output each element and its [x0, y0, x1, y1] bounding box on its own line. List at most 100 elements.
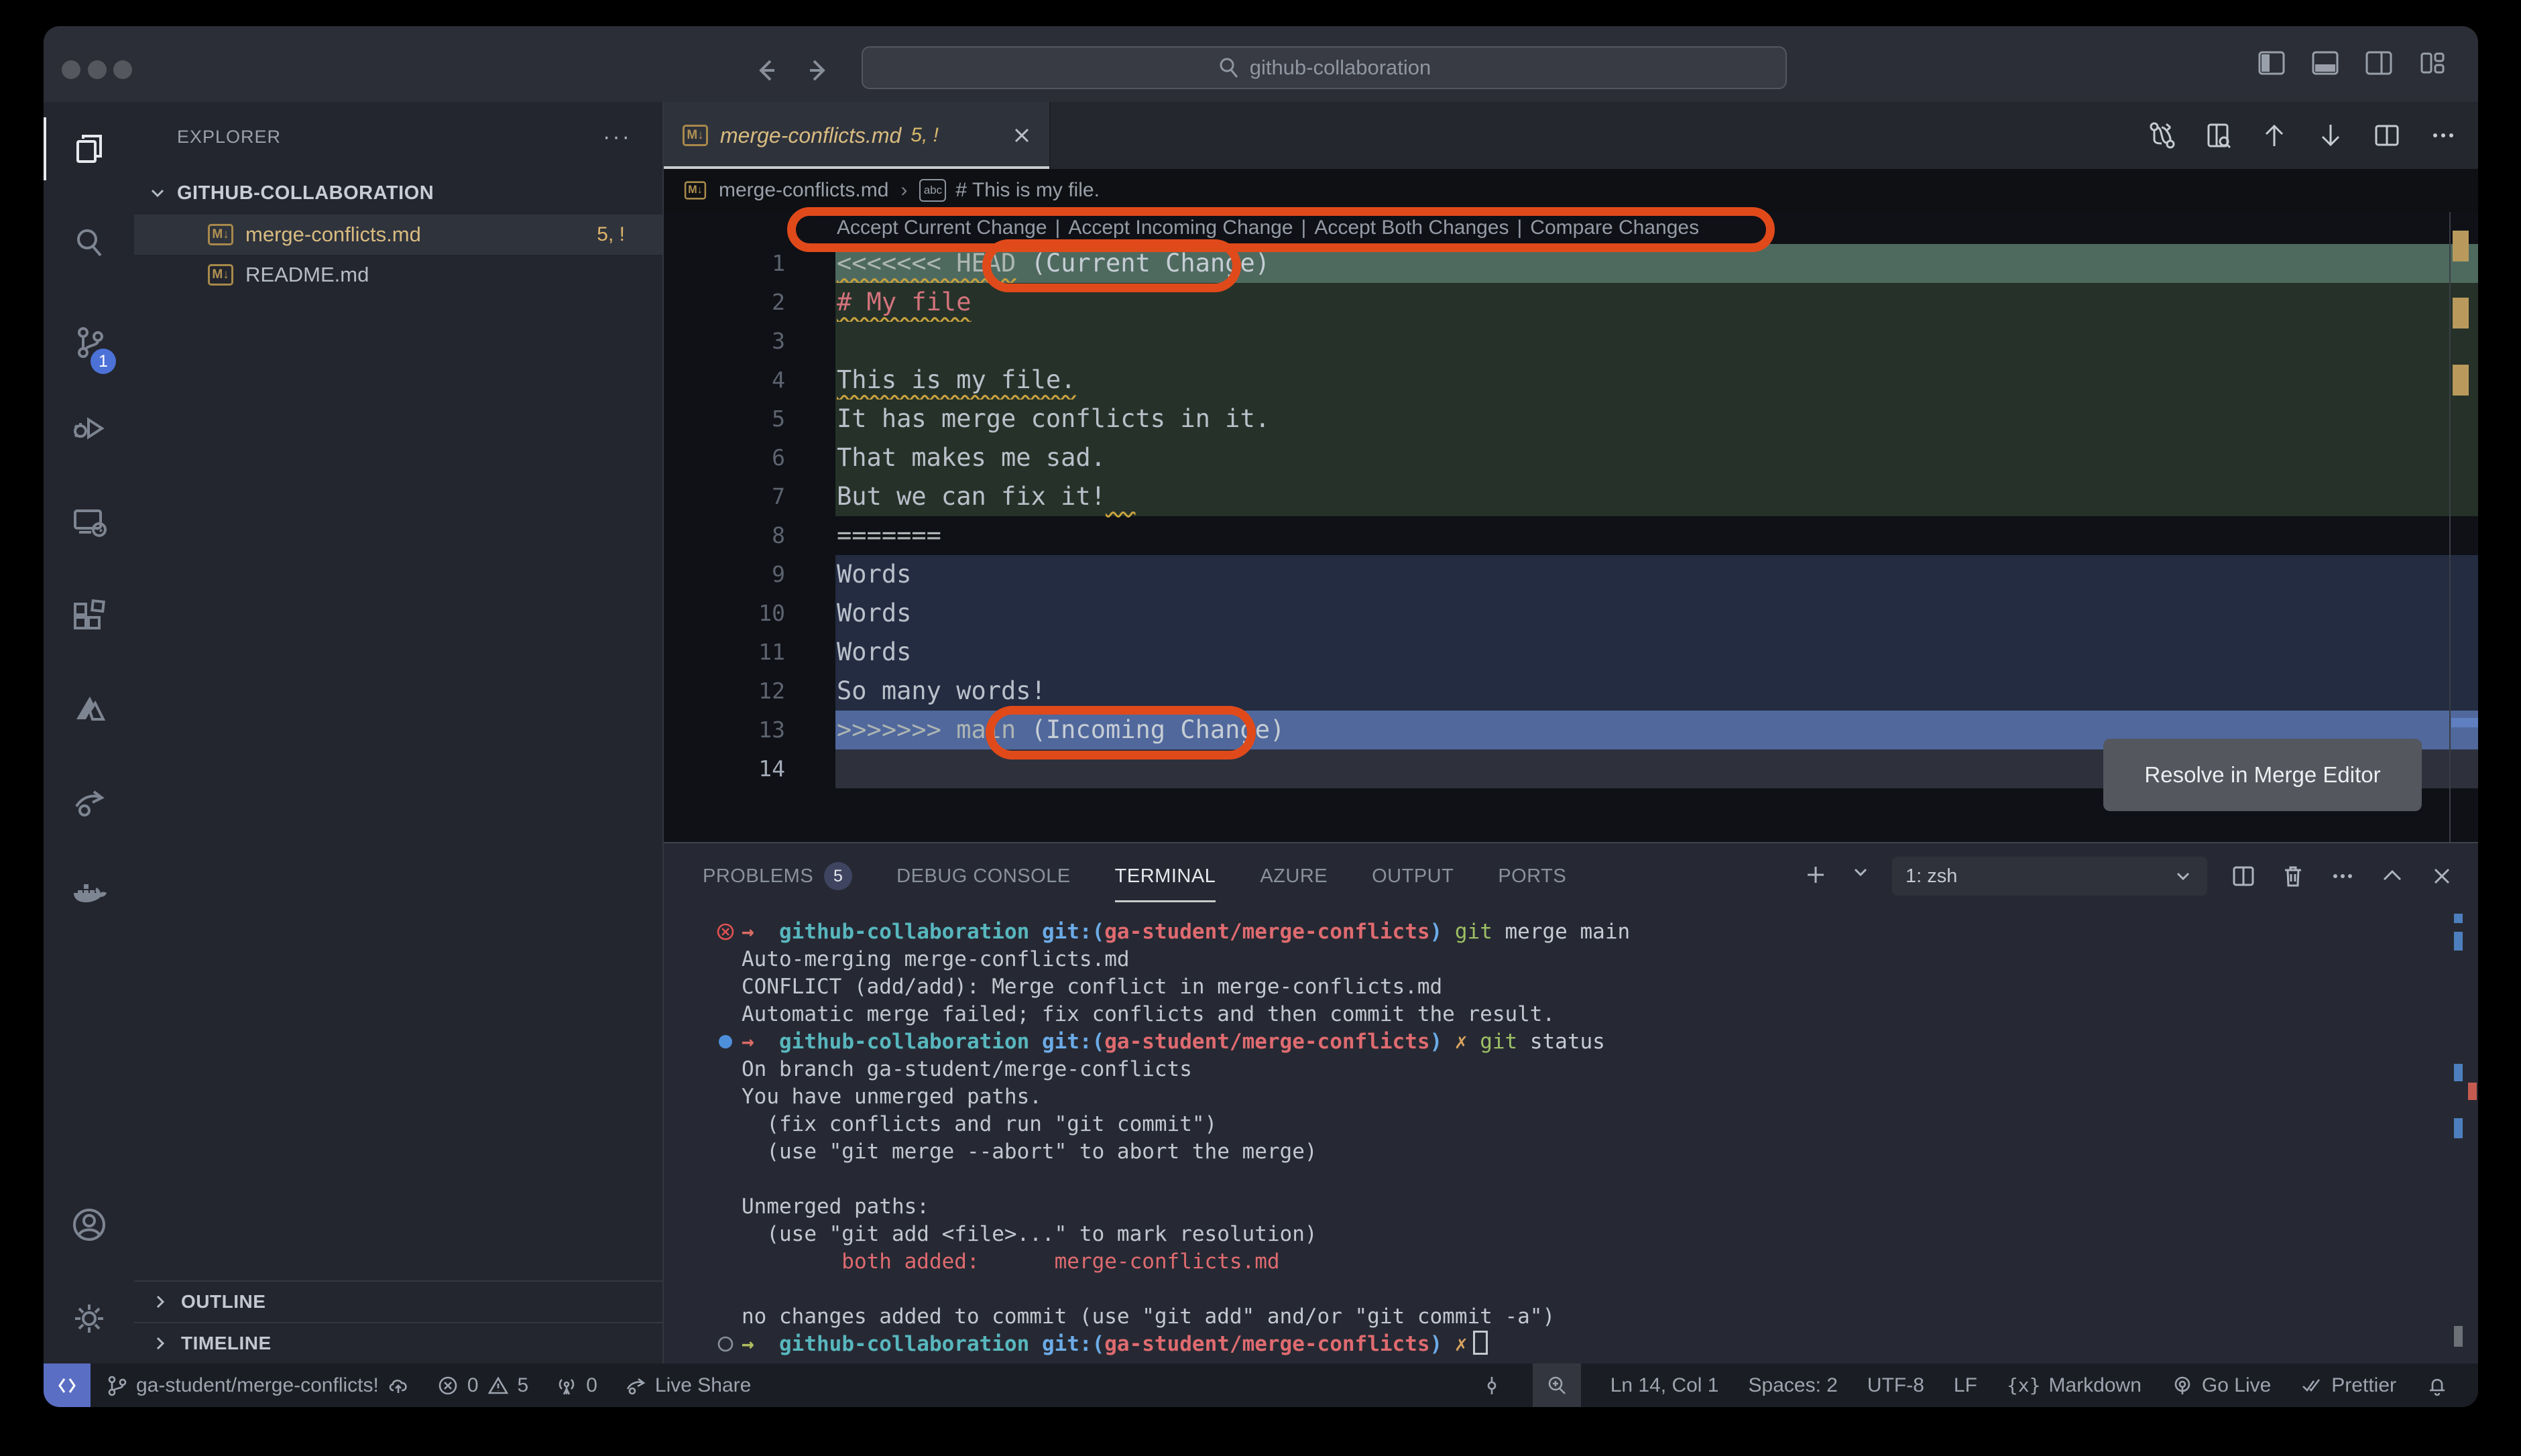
editor-line[interactable]: 4This is my file.: [664, 361, 2478, 400]
window-close-button[interactable]: [62, 60, 80, 79]
terminal-launch-chevron-icon[interactable]: [1852, 863, 1869, 890]
terminal-line: Unmerged paths:: [664, 1193, 2478, 1221]
line-number: 14: [664, 749, 785, 788]
customize-layout-icon[interactable]: [2418, 48, 2447, 78]
panel-more-icon[interactable]: [2329, 863, 2356, 890]
new-terminal-icon[interactable]: [1802, 863, 1829, 890]
branch-status-item[interactable]: ga-student/merge-conflicts!: [105, 1374, 410, 1397]
docker-icon[interactable]: [44, 857, 134, 930]
vscode-window: github-collaboration: [44, 26, 2478, 1407]
toggle-panel-icon[interactable]: [2310, 48, 2340, 78]
terminal-session-select[interactable]: 1: zsh: [1892, 857, 2207, 896]
remote-explorer-icon[interactable]: [44, 485, 134, 559]
line-highlight: [835, 555, 2478, 594]
panel-tab-ports[interactable]: PORTS: [1498, 865, 1566, 888]
tab-merge-conflicts[interactable]: M↓ merge-conflicts.md 5, !: [664, 102, 1051, 169]
file-problems-badge: 5, !: [597, 223, 625, 246]
codelens-link[interactable]: Accept Incoming Change: [1068, 217, 1293, 239]
eol-item[interactable]: LF: [1954, 1374, 1977, 1397]
timeline-section[interactable]: TIMELINE: [134, 1322, 662, 1363]
editor-line[interactable]: 12So many words!: [664, 672, 2478, 711]
editor-line[interactable]: 7But we can fix it!: [664, 477, 2478, 516]
editor-line[interactable]: 2# My file: [664, 283, 2478, 322]
panel-tab-output[interactable]: OUTPUT: [1372, 865, 1454, 888]
cursor-position-item[interactable]: Ln 14, Col 1: [1610, 1374, 1719, 1397]
commit-icon[interactable]: [1480, 1374, 1503, 1397]
close-panel-icon[interactable]: [2428, 863, 2455, 890]
split-editor-icon[interactable]: [2372, 121, 2402, 150]
live-share-icon[interactable]: [44, 765, 134, 839]
breadcrumb-file[interactable]: merge-conflicts.md: [719, 179, 888, 202]
file-row[interactable]: M↓README.md: [134, 255, 662, 295]
warning-triangle-icon: [487, 1374, 510, 1397]
editor-line[interactable]: 6That makes me sad.: [664, 438, 2478, 477]
live-share-status-item[interactable]: Live Share: [624, 1374, 751, 1397]
accounts-icon[interactable]: [44, 1188, 134, 1262]
terminal-line: no changes added to commit (use "git add…: [664, 1303, 2478, 1331]
next-change-icon[interactable]: [2316, 121, 2345, 150]
symbol-string-icon: abc: [919, 179, 946, 202]
tab-close-icon[interactable]: [1010, 124, 1033, 147]
source-control-icon[interactable]: 1: [44, 306, 134, 379]
outline-label: OUTLINE: [181, 1291, 266, 1313]
line-number: 7: [664, 477, 785, 516]
maximize-panel-icon[interactable]: [2379, 863, 2406, 890]
panel-tab-problems[interactable]: PROBLEMS5: [703, 862, 852, 890]
more-actions-icon[interactable]: [2428, 121, 2458, 150]
run-debug-icon[interactable]: [44, 391, 134, 465]
line-number: 5: [664, 400, 785, 438]
outline-section[interactable]: OUTLINE: [134, 1280, 662, 1322]
resolve-in-merge-editor-button[interactable]: Resolve in Merge Editor: [2103, 739, 2422, 811]
editor-line[interactable]: 1<<<<<<< HEAD (Current Change): [664, 244, 2478, 283]
terminal[interactable]: → github-collaboration git:(ga-student/m…: [664, 909, 2478, 1365]
tab-problems-badge: 5, !: [911, 124, 939, 147]
forward-arrow-icon[interactable]: [799, 52, 837, 89]
workspace-section-header[interactable]: GITHUB-COLLABORATION: [134, 172, 662, 215]
editor-line[interactable]: 3: [664, 322, 2478, 361]
command-center-search[interactable]: github-collaboration: [862, 46, 1787, 89]
editor-line[interactable]: 8=======: [664, 516, 2478, 555]
editor-line[interactable]: 5It has merge conflicts in it.: [664, 400, 2478, 438]
split-terminal-icon[interactable]: [2230, 863, 2257, 890]
panel-tab-label: TERMINAL: [1115, 865, 1216, 888]
extensions-icon[interactable]: [44, 579, 134, 652]
kill-terminal-icon[interactable]: [2280, 863, 2306, 890]
window-zoom-button[interactable]: [113, 60, 132, 79]
breadcrumb-symbol[interactable]: # This is my file.: [955, 179, 1100, 202]
search-sidebar-icon[interactable]: [44, 206, 134, 280]
search-icon: [1218, 56, 1240, 79]
language-mode-item[interactable]: {x} Markdown: [2007, 1374, 2142, 1397]
open-changes-icon[interactable]: [2147, 121, 2176, 150]
prettier-item[interactable]: Prettier: [2300, 1374, 2396, 1397]
editor-line[interactable]: 9Words: [664, 555, 2478, 594]
file-row[interactable]: M↓merge-conflicts.md5, !: [134, 215, 662, 255]
panel-tab-terminal[interactable]: TERMINAL: [1115, 865, 1216, 888]
codelens-link[interactable]: Accept Both Changes: [1314, 217, 1509, 239]
problems-status-item[interactable]: 0 5: [436, 1374, 528, 1397]
codelens-link[interactable]: Accept Current Change: [837, 217, 1047, 239]
back-arrow-icon[interactable]: [748, 52, 785, 89]
command-ruler-mark: [2454, 1118, 2463, 1138]
azure-icon[interactable]: [44, 671, 134, 745]
ports-status-item[interactable]: 0: [555, 1374, 597, 1397]
panel-tab-debug-console[interactable]: DEBUG CONSOLE: [896, 865, 1071, 888]
toggle-secondary-sidebar-icon[interactable]: [2364, 48, 2394, 78]
explorer-more-icon[interactable]: ···: [603, 124, 632, 150]
explorer-icon[interactable]: [44, 112, 134, 186]
zoom-status-item[interactable]: [1533, 1363, 1581, 1407]
window-minimize-button[interactable]: [88, 60, 107, 79]
go-live-item[interactable]: Go Live: [2171, 1374, 2271, 1397]
editor-line[interactable]: 10Words: [664, 594, 2478, 633]
remote-indicator[interactable]: [44, 1363, 91, 1407]
panel-tab-azure[interactable]: AZURE: [1260, 865, 1328, 888]
settings-gear-icon[interactable]: [44, 1282, 134, 1355]
encoding-item[interactable]: UTF-8: [1867, 1374, 1924, 1397]
open-preview-icon[interactable]: [2203, 121, 2233, 150]
toggle-sidebar-icon[interactable]: [2257, 48, 2286, 78]
bell-icon[interactable]: [2426, 1374, 2449, 1397]
previous-change-icon[interactable]: [2260, 121, 2289, 150]
editor-line[interactable]: 11Words: [664, 633, 2478, 672]
codelens-link[interactable]: Compare Changes: [1530, 217, 1699, 239]
chevron-down-icon: [2172, 865, 2194, 887]
indentation-item[interactable]: Spaces: 2: [1749, 1374, 1838, 1397]
